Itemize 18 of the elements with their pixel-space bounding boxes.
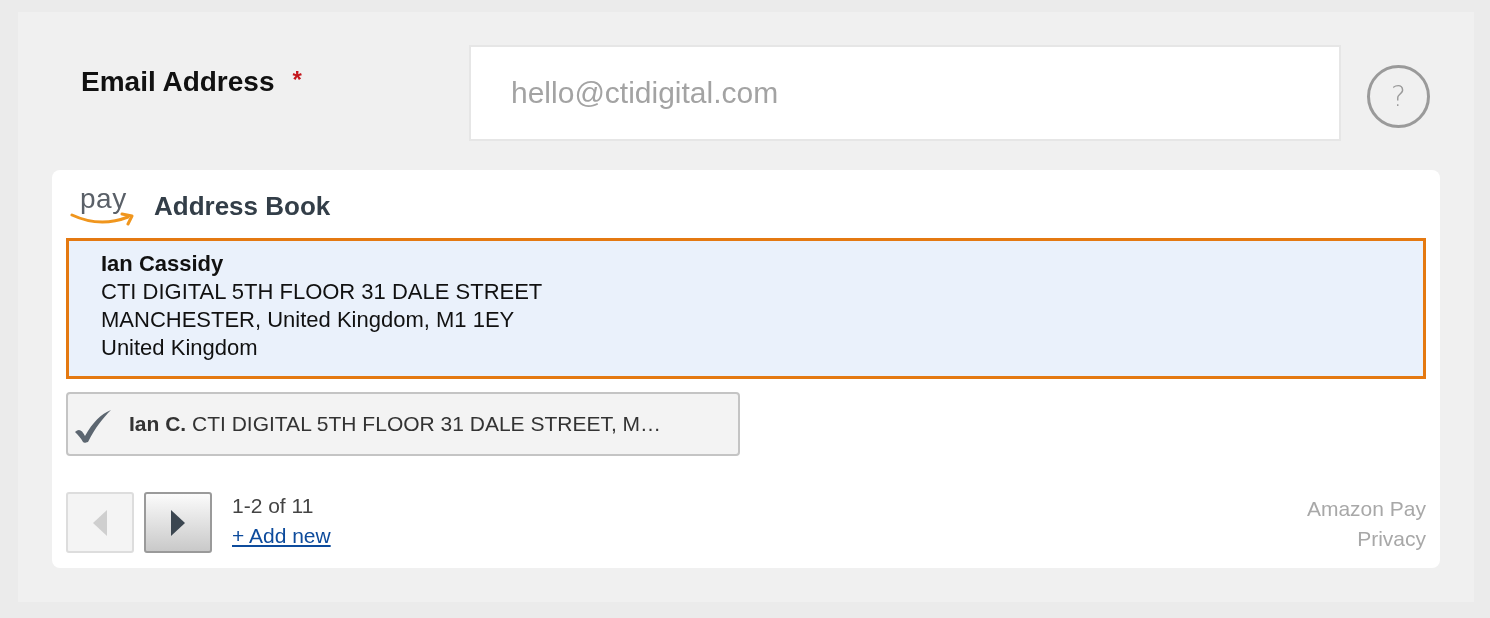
smile-arrow-icon — [70, 212, 136, 226]
selected-address-card[interactable]: Ian Cassidy CTI DIGITAL 5TH FLOOR 31 DALE STREET MANCHESTER, United Kingdom, M1 1EY United Kingdom — [66, 238, 1426, 379]
left-triangle-icon — [93, 509, 107, 536]
next-page-button[interactable] — [144, 492, 212, 553]
address-line: MANCHESTER, United Kingdom, M1 1EY — [101, 306, 516, 334]
logo-text: pay — [80, 186, 127, 212]
add-new-link[interactable]: + Add new — [232, 521, 331, 551]
email-input-field[interactable]: hello@ctidigital.com — [469, 45, 1341, 141]
required-mark: * — [292, 65, 302, 95]
email-label: Email Address — [81, 65, 275, 99]
address-option-button[interactable]: Ian C. CTI DIGITAL 5TH FLOOR 31 DALE STREET, M… — [66, 392, 740, 456]
address-line: CTI DIGITAL 5TH FLOOR 31 DALE STREET — [101, 278, 544, 306]
right-triangle-icon — [171, 509, 185, 536]
address-book-title: Address Book — [154, 190, 331, 222]
page-range-text: 1-2 of 11 — [232, 493, 314, 519]
checkmark-icon — [73, 408, 113, 444]
address-name: Ian Cassidy — [101, 250, 225, 278]
address-line: United Kingdom — [101, 334, 259, 362]
